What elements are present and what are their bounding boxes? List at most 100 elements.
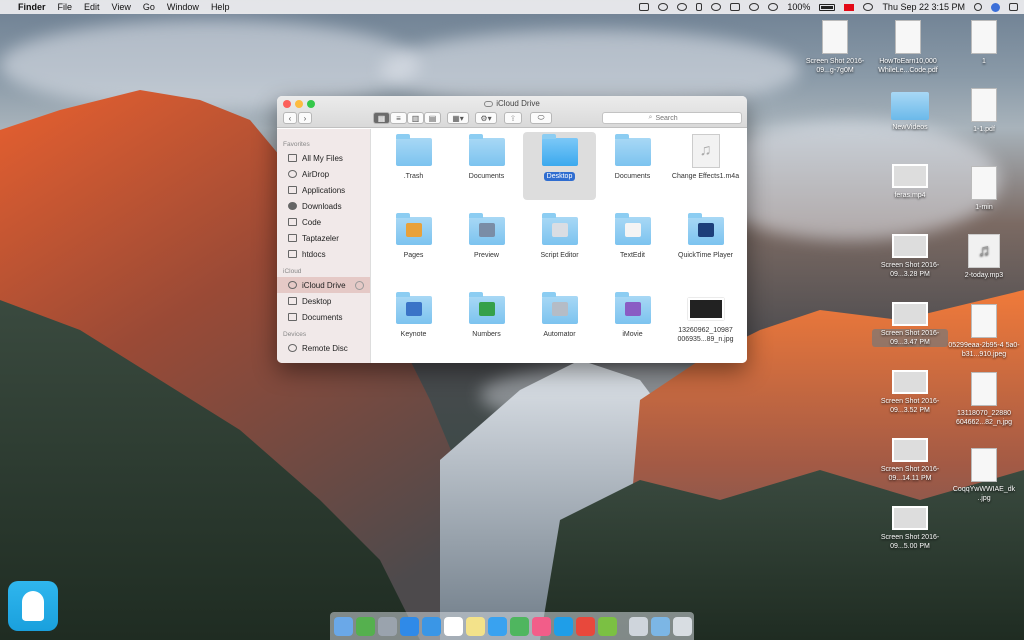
view-columns-button[interactable]: ▥: [407, 112, 424, 124]
back-button[interactable]: ‹: [283, 112, 297, 124]
finder-item[interactable]: ♫ Change Effects1.m4a: [669, 132, 742, 200]
menu-finder[interactable]: Finder: [18, 2, 46, 12]
finder-item[interactable]: iMovie: [596, 290, 669, 358]
desktop-icon[interactable]: Screen Shot 2016-09...3.47 PM: [872, 296, 948, 347]
menu-edit[interactable]: Edit: [84, 2, 100, 12]
action-button[interactable]: ⚙▾: [475, 112, 497, 124]
desktop-icon[interactable]: CoqqYwWWIAE_dk ..jpg: [946, 448, 1022, 503]
dock-app-icon[interactable]: [554, 616, 573, 636]
share-button[interactable]: ⇪: [504, 112, 522, 124]
desktop-icon[interactable]: Screen Shot 2016-09...14.11 PM: [872, 432, 948, 483]
menu-view[interactable]: View: [112, 2, 131, 12]
desktop-icon[interactable]: 1-1.pdf: [946, 88, 1022, 134]
sidebar-item-taptazeler[interactable]: Taptazeler: [277, 230, 370, 246]
menubar-clock[interactable]: Thu Sep 22 3:15 PM: [882, 2, 965, 12]
bluetooth-icon[interactable]: [696, 3, 703, 11]
dock-app-icon[interactable]: [378, 616, 397, 636]
arrange-icon: ▦▾: [452, 113, 464, 123]
sidebar-item-code[interactable]: Code: [277, 214, 370, 230]
app-glyph-icon: [478, 302, 495, 316]
trash-icon[interactable]: [673, 616, 692, 636]
desktop-icon[interactable]: 1: [946, 20, 1022, 66]
view-coverflow-button[interactable]: ▤: [424, 112, 441, 124]
dock-app-icon[interactable]: [576, 616, 595, 636]
dock-app-icon[interactable]: [334, 616, 353, 636]
user-icon[interactable]: [863, 3, 874, 11]
notification-center-icon[interactable]: [1009, 3, 1018, 11]
sidebar-item-applications[interactable]: Applications: [277, 182, 370, 198]
sidebar-item-icloud-drive[interactable]: iCloud Drive: [277, 277, 370, 293]
dock-app-icon[interactable]: [400, 616, 419, 636]
siri-icon[interactable]: [991, 2, 1000, 12]
menu-window[interactable]: Window: [167, 2, 199, 12]
sidebar-item-desktop[interactable]: Desktop: [277, 293, 370, 309]
finder-item[interactable]: Pages: [377, 211, 450, 279]
document-icon: [971, 20, 997, 54]
menu-help[interactable]: Help: [211, 2, 230, 12]
view-icons-button[interactable]: ▦: [373, 112, 390, 124]
view-list-button[interactable]: ≡: [390, 112, 407, 124]
dock-app-icon[interactable]: [422, 616, 441, 636]
desktop-icon[interactable]: Screen Shot 2016-09...3.52 PM: [872, 364, 948, 415]
sidebar-item-all-my-files[interactable]: All My Files: [277, 150, 370, 166]
search-input[interactable]: [655, 114, 696, 122]
desktop-icon[interactable]: NewVideos: [872, 88, 948, 132]
wifi-icon[interactable]: [749, 3, 760, 11]
screen-share-icon[interactable]: [639, 3, 650, 11]
spotlight-search-icon[interactable]: [974, 3, 982, 11]
finder-item[interactable]: 13260962_10987 006935...89_n.jpg: [669, 290, 742, 358]
sync-icon[interactable]: [658, 3, 669, 11]
sidebar-item-label: Code: [302, 217, 322, 227]
dock-folder-icon[interactable]: [651, 616, 670, 636]
dock-app-icon[interactable]: [510, 616, 529, 636]
dock-app-icon[interactable]: [466, 616, 485, 636]
dock-app-icon[interactable]: [532, 616, 551, 636]
time-machine-icon[interactable]: [677, 3, 688, 11]
edit-tags-button[interactable]: ⬭: [530, 112, 552, 124]
desktop-icon[interactable]: Screen Shot 2016-09...3.28 PM: [872, 228, 948, 279]
desktop-app-shortcut-icon[interactable]: [8, 581, 58, 631]
dock-app-icon[interactable]: [444, 616, 463, 636]
finder-item[interactable]: Numbers: [450, 290, 523, 358]
dock-app-icon[interactable]: [356, 616, 375, 636]
sidebar-item-htdocs[interactable]: htdocs: [277, 246, 370, 262]
finder-item-label: Automator: [543, 331, 576, 338]
sidebar-item-airdrop[interactable]: AirDrop: [277, 166, 370, 182]
finder-item[interactable]: QuickTime Player: [669, 211, 742, 279]
forward-button[interactable]: ›: [298, 112, 312, 124]
finder-item[interactable]: Desktop: [523, 132, 596, 200]
desktop-icon[interactable]: 13118070_22880 604662...82_n.jpg: [946, 372, 1022, 427]
sidebar-item-remote-disc[interactable]: Remote Disc: [277, 340, 370, 356]
sidebar-item-downloads[interactable]: Downloads: [277, 198, 370, 214]
finder-item[interactable]: TextEdit: [596, 211, 669, 279]
finder-item[interactable]: Script Editor: [523, 211, 596, 279]
dock-folder-icon[interactable]: [629, 616, 648, 636]
finder-item[interactable]: .Trash: [377, 132, 450, 200]
desktop-icon[interactable]: HowToEarn10,000 WhileLe...Code.pdf: [870, 20, 946, 75]
finder-item[interactable]: Keynote: [377, 290, 450, 358]
search-field[interactable]: ⌕: [602, 112, 742, 124]
dock-app-icon[interactable]: [598, 616, 617, 636]
dock-app-icon[interactable]: [488, 616, 507, 636]
sidebar-item-documents[interactable]: Documents: [277, 309, 370, 325]
desktop-icon[interactable]: feras.mp4: [872, 158, 948, 200]
desktop-icon[interactable]: Screen Shot 2016-09...g-7g0M: [797, 20, 873, 75]
cast-icon[interactable]: [711, 3, 722, 11]
desktop-icon[interactable]: 1-min: [946, 166, 1022, 212]
clock-icon[interactable]: [768, 3, 779, 11]
menu-file[interactable]: File: [58, 2, 73, 12]
input-source-flag-icon[interactable]: [844, 3, 855, 11]
desktop-icon[interactable]: ♫ 2-today.mp3: [946, 234, 1022, 280]
menu-go[interactable]: Go: [143, 2, 155, 12]
arrange-button[interactable]: ▦▾: [447, 112, 469, 124]
finder-item[interactable]: Preview: [450, 211, 523, 279]
desktop-icon[interactable]: Screen Shot 2016-09...5.00 PM: [872, 500, 948, 551]
app-glyph-icon: [405, 302, 422, 316]
finder-item[interactable]: Automator: [523, 290, 596, 358]
desktop-icon-label: feras.mp4: [894, 192, 926, 199]
finder-item[interactable]: Documents: [596, 132, 669, 200]
battery-icon[interactable]: [819, 3, 836, 11]
volume-icon[interactable]: [730, 3, 741, 11]
finder-item[interactable]: Documents: [450, 132, 523, 200]
desktop-icon[interactable]: 05299eaa-2b95-4 5a0-b31...910.jpeg: [946, 304, 1022, 359]
